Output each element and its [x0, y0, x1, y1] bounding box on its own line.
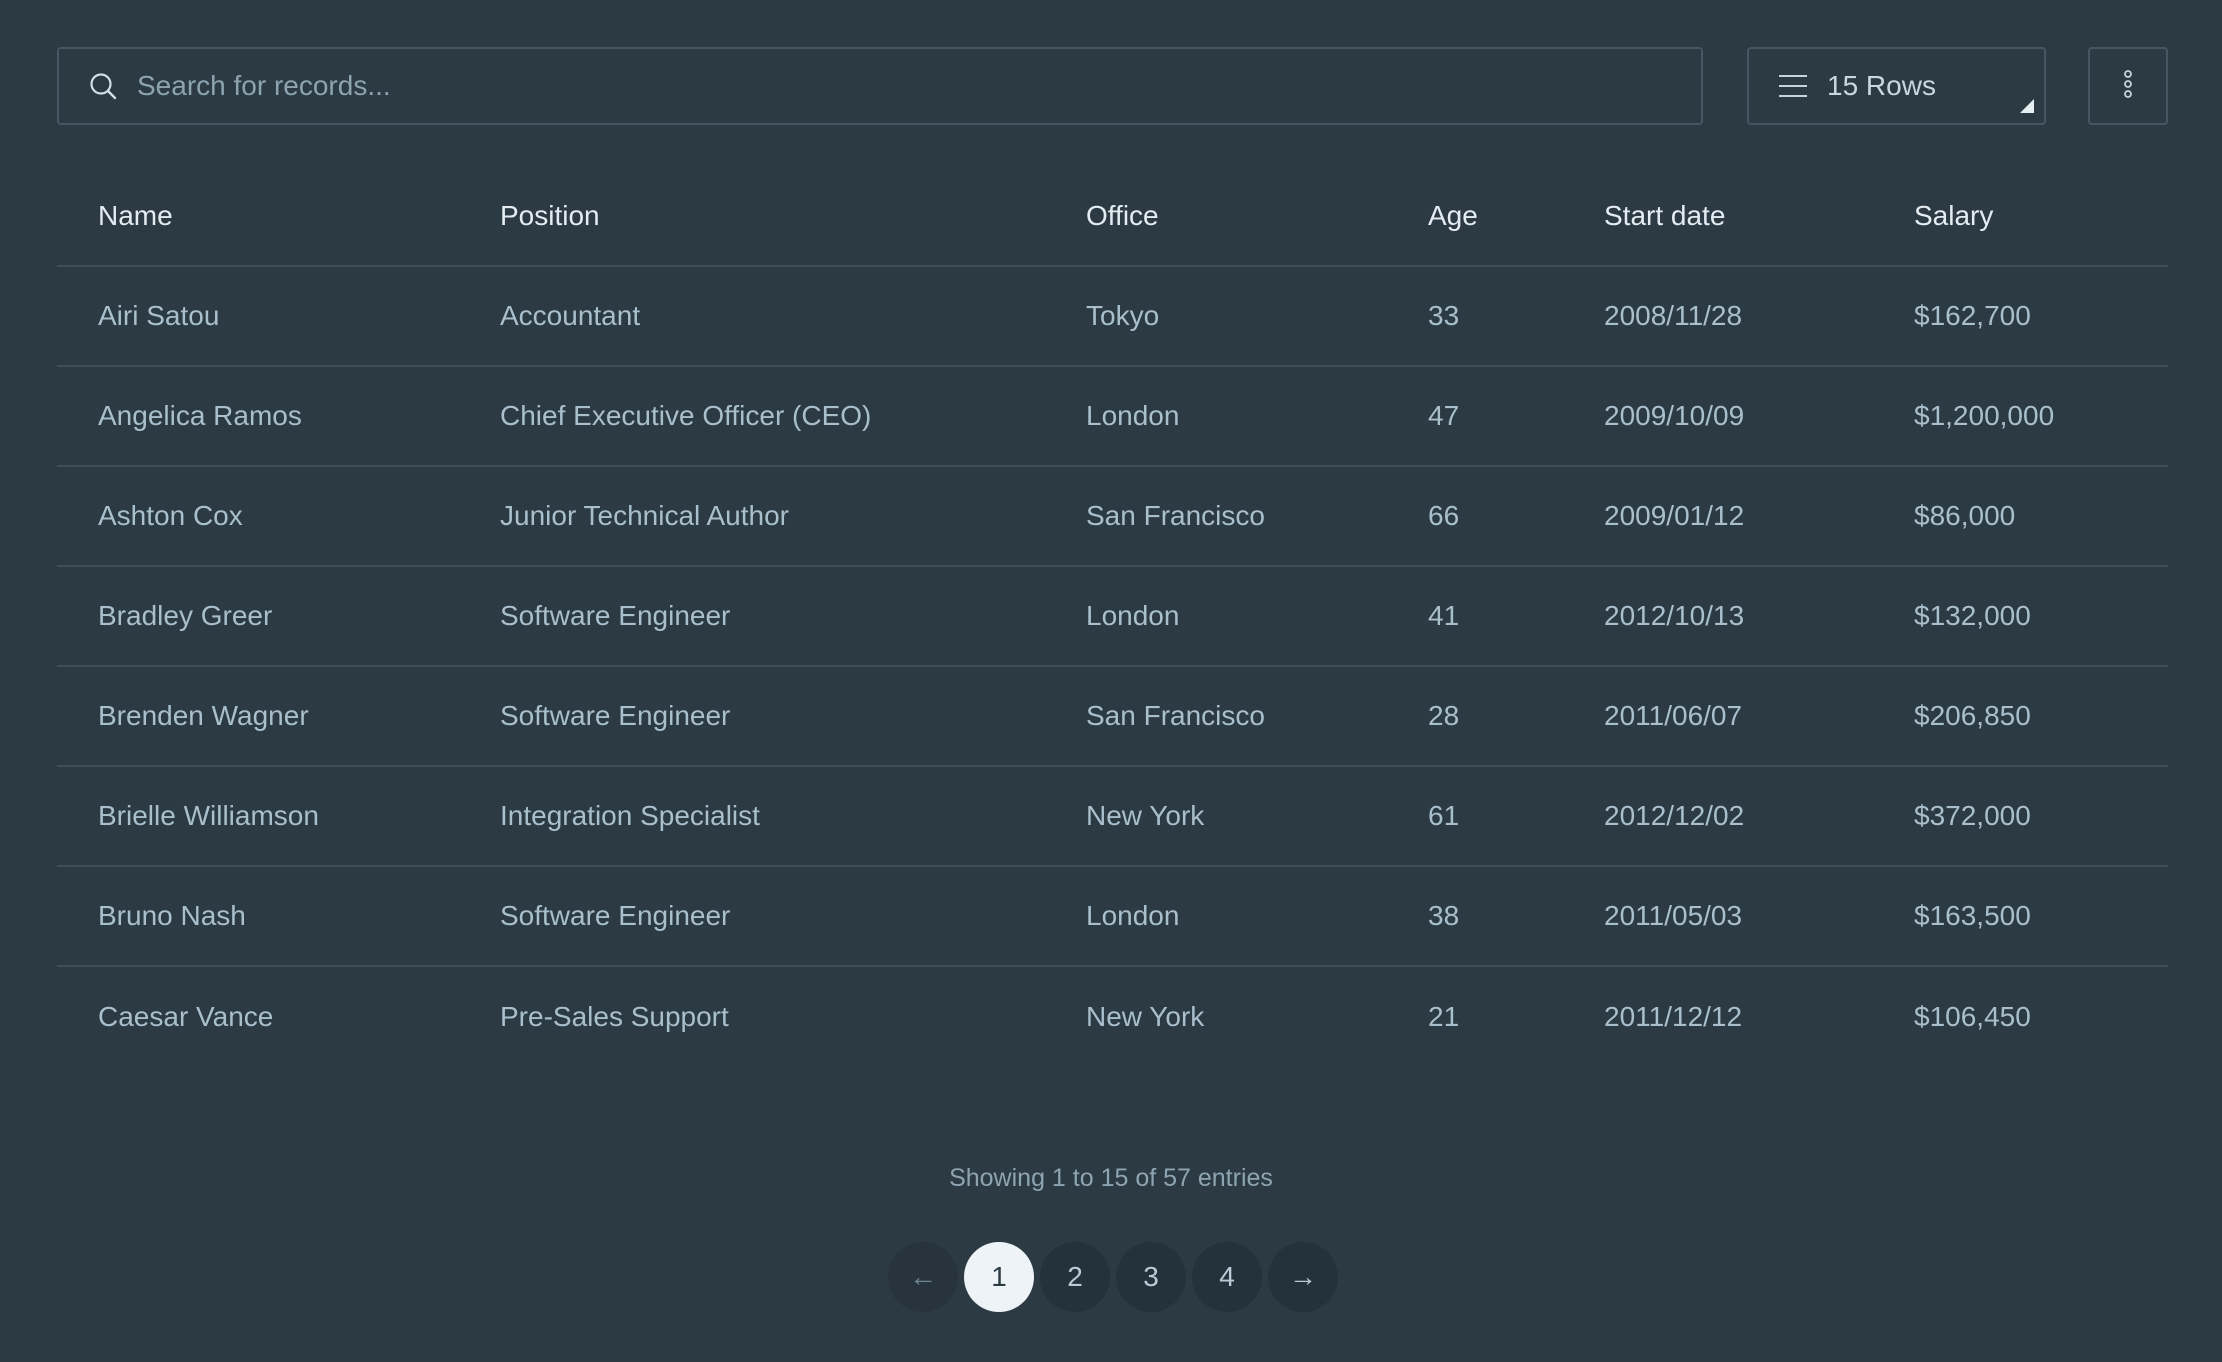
cell-start-date: 2011/05/03 [1604, 900, 1743, 931]
cell-start-date: 2012/12/02 [1604, 800, 1745, 831]
column-header-start-date[interactable]: Start date [1604, 166, 1914, 266]
cell-position: Integration Specialist [500, 800, 760, 831]
cell-salary: $106,450 [1914, 1000, 2031, 1032]
page-button-4[interactable]: 4 [1192, 1242, 1262, 1312]
table-row[interactable]: Caesar Vance Pre-Sales Support New York … [57, 966, 2168, 1066]
page-button-3[interactable]: 3 [1116, 1242, 1186, 1312]
cell-age: 41 [1428, 600, 1460, 631]
cell-start-date: 2011/06/07 [1604, 700, 1743, 731]
menu-lines-icon [1779, 75, 1807, 97]
cell-name: Caesar Vance [98, 1000, 274, 1032]
cell-start-date: 2011/12/12 [1604, 1000, 1743, 1032]
cell-age: 47 [1428, 400, 1460, 431]
rows-per-page-label: 15 Rows [1827, 70, 1936, 101]
cell-salary: $86,000 [1914, 500, 2016, 531]
page-button-1[interactable]: 1 [964, 1242, 1034, 1312]
cell-office: New York [1086, 800, 1205, 831]
search-input[interactable] [137, 49, 1701, 123]
cell-name: Airi Satou [98, 300, 220, 331]
cell-office: London [1086, 400, 1180, 431]
cell-age: 61 [1428, 800, 1460, 831]
table-row[interactable]: Angelica Ramos Chief Executive Officer (… [57, 366, 2168, 466]
cell-start-date: 2009/01/12 [1604, 500, 1745, 531]
cell-salary: $132,000 [1914, 600, 2031, 631]
cell-start-date: 2008/11/28 [1604, 300, 1743, 331]
column-header-salary[interactable]: Salary [1914, 166, 2168, 266]
page-button-2[interactable]: 2 [1040, 1242, 1110, 1312]
rows-per-page-select[interactable]: 15 Rows [1747, 47, 2046, 125]
more-vertical-icon [2122, 69, 2134, 104]
cell-salary: $162,700 [1914, 300, 2031, 331]
search-icon [87, 70, 119, 102]
cell-start-date: 2012/10/13 [1604, 600, 1745, 631]
entries-status-text: Showing 1 to 15 of 57 entries [949, 1164, 1273, 1192]
cell-name: Ashton Cox [98, 500, 243, 531]
column-header-office[interactable]: Office [1086, 166, 1428, 266]
cell-age: 66 [1428, 500, 1460, 531]
cell-age: 38 [1428, 900, 1460, 931]
cell-position: Software Engineer [500, 700, 731, 731]
cell-position: Chief Executive Officer (CEO) [500, 400, 872, 431]
arrow-left-icon: ← [909, 1261, 937, 1292]
column-header-name[interactable]: Name [57, 166, 500, 266]
cell-name: Brenden Wagner [98, 700, 309, 731]
cell-name: Bradley Greer [98, 600, 273, 631]
table-row[interactable]: Airi Satou Accountant Tokyo 33 2008/11/2… [57, 266, 2168, 366]
next-page-button[interactable]: → [1268, 1242, 1338, 1312]
cell-position: Accountant [500, 300, 641, 331]
column-header-age[interactable]: Age [1428, 166, 1604, 266]
cell-office: Tokyo [1086, 300, 1160, 331]
cell-age: 33 [1428, 300, 1460, 331]
column-header-position[interactable]: Position [500, 166, 1086, 266]
data-table-page: 15 Rows Name Position Office Age Start d… [0, 0, 2222, 1362]
cell-position: Junior Technical Author [500, 500, 789, 531]
search-box[interactable] [57, 47, 1703, 125]
table-row[interactable]: Bruno Nash Software Engineer London 38 2… [57, 866, 2168, 966]
cell-office: New York [1086, 1000, 1205, 1032]
table-row[interactable]: Ashton Cox Junior Technical Author San F… [57, 466, 2168, 566]
cell-age: 21 [1428, 1000, 1460, 1032]
cell-office: London [1086, 600, 1180, 631]
records-table: Name Position Office Age Start date Sala… [57, 166, 2168, 1066]
cell-salary: $206,850 [1914, 700, 2031, 731]
cell-name: Bruno Nash [98, 900, 246, 931]
cell-name: Brielle Williamson [98, 800, 319, 831]
table-header-row: Name Position Office Age Start date Sala… [57, 166, 2168, 266]
table-row[interactable]: Bradley Greer Software Engineer London 4… [57, 566, 2168, 666]
arrow-right-icon: → [1289, 1261, 1317, 1292]
cell-office: San Francisco [1086, 700, 1265, 731]
cell-start-date: 2009/10/09 [1604, 400, 1745, 431]
pagination: ← 1 2 3 4 → [888, 1242, 1338, 1312]
cell-office: London [1086, 900, 1180, 931]
previous-page-button[interactable]: ← [888, 1242, 958, 1312]
cell-salary: $372,000 [1914, 800, 2031, 831]
cell-salary: $1,200,000 [1914, 400, 2055, 431]
cell-name: Angelica Ramos [98, 400, 302, 431]
table-row[interactable]: Brenden Wagner Software Engineer San Fra… [57, 666, 2168, 766]
cell-position: Pre-Sales Support [500, 1000, 729, 1032]
cell-age: 28 [1428, 700, 1460, 731]
cell-office: San Francisco [1086, 500, 1265, 531]
cell-position: Software Engineer [500, 600, 731, 631]
table-row[interactable]: Brielle Williamson Integration Specialis… [57, 766, 2168, 866]
cell-salary: $163,500 [1914, 900, 2031, 931]
select-resize-corner [2020, 99, 2034, 113]
cell-position: Software Engineer [500, 900, 731, 931]
more-options-button[interactable] [2088, 47, 2168, 125]
